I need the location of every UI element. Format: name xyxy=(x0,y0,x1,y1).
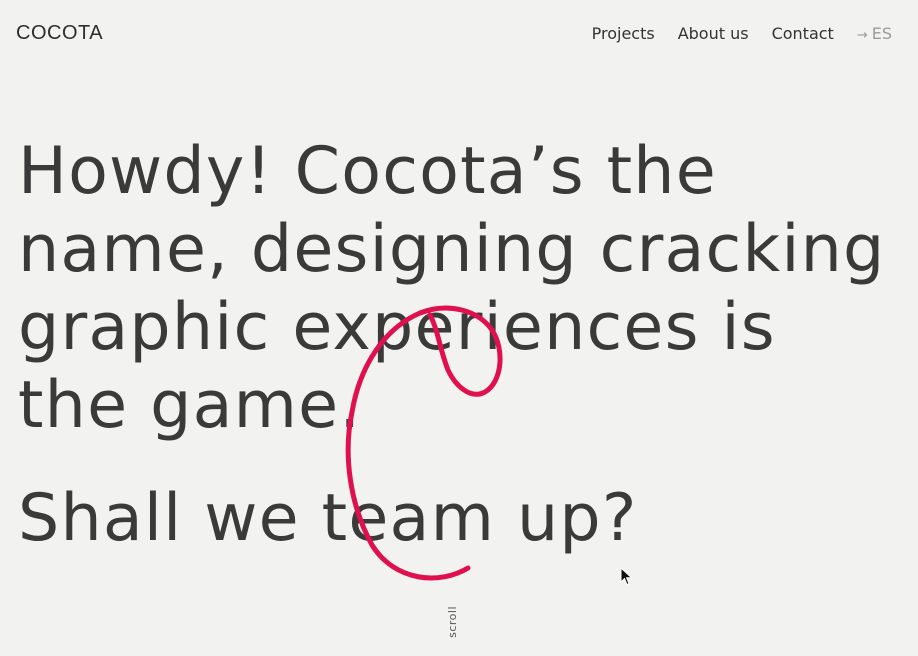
hero-line-3: graphic experiences is xyxy=(18,290,776,365)
logo-link[interactable]: COCOTA xyxy=(16,22,103,45)
hero-heading: Howdy! Cocota’s the name, designing crac… xyxy=(18,133,908,445)
nav-link-contact[interactable]: Contact xyxy=(772,24,834,43)
hero-line-1: Howdy! Cocota’s the xyxy=(18,134,717,209)
main-nav: Projects About us Contact → ES xyxy=(592,24,892,43)
nav-link-about-us[interactable]: About us xyxy=(678,24,749,43)
nav-link-projects[interactable]: Projects xyxy=(592,24,655,43)
mouse-pointer-icon xyxy=(620,567,633,586)
hero-line-2: name, designing cracking xyxy=(18,212,886,287)
language-label: ES xyxy=(871,24,892,43)
language-switch-link[interactable]: → ES xyxy=(857,24,892,43)
scroll-indicator[interactable]: scroll xyxy=(446,606,459,638)
arrow-right-icon: → xyxy=(856,28,868,43)
cta-heading[interactable]: Shall we team up? xyxy=(18,480,638,558)
hero-line-4: the game. xyxy=(18,368,362,443)
